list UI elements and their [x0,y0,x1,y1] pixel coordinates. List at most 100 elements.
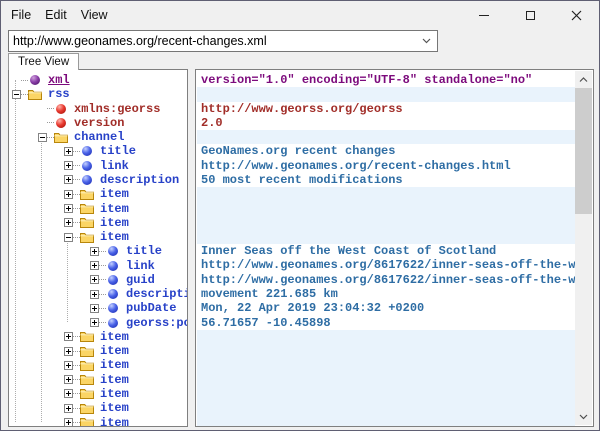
tree-node-label: item [100,373,129,387]
combo-dropdown-button[interactable] [415,31,437,51]
tree-node-item[interactable]: item [10,358,186,372]
menu-view[interactable]: View [74,8,115,22]
tree-node-channel[interactable]: channel [10,130,186,144]
value-row: Mon, 22 Apr 2019 23:04:32 +0200 [197,301,575,315]
expander-plus-icon[interactable] [64,404,73,413]
value-row [197,373,575,387]
value-row [197,387,575,401]
expander-plus-icon[interactable] [64,218,73,227]
element-icon [80,160,94,172]
expander-plus-icon[interactable] [90,318,99,327]
expander-plus-icon[interactable] [90,261,99,270]
scroll-up-button[interactable] [575,71,592,88]
expander-plus-icon[interactable] [90,247,99,256]
value-row: 56.71657 -10.45898 [197,316,575,330]
tree-node-item[interactable]: item [10,230,186,244]
tree-node-item[interactable]: item [10,373,186,387]
tree-node-item[interactable]: item [10,415,186,427]
url-combobox[interactable]: http://www.geonames.org/recent-changes.x… [8,30,438,52]
expander-plus-icon[interactable] [64,161,73,170]
minimize-button[interactable] [461,1,507,29]
expander-minus-icon[interactable] [38,133,47,142]
folder-icon [80,402,94,414]
tree-node-item[interactable]: item [10,201,186,215]
tree-node-label: description [126,287,188,301]
scroll-down-button[interactable] [575,408,592,425]
value-row: Inner Seas off the West Coast of Scotlan… [197,244,575,258]
expander-plus-icon[interactable] [90,304,99,313]
tree-node-item[interactable]: item [10,387,186,401]
tree-connector-line [99,308,106,309]
folder-icon [54,131,68,143]
tree-pane: xmlrssxmlns:georssversionchanneltitlelin… [8,69,188,427]
tree-node-item[interactable]: item [10,344,186,358]
tab-tree-view[interactable]: Tree View [8,53,79,70]
expander-plus-icon[interactable] [64,347,73,356]
tree-node-item[interactable]: item [10,330,186,344]
expander-plus-icon[interactable] [90,275,99,284]
element-icon [106,274,120,286]
element-icon [106,317,120,329]
value-row [197,187,575,201]
tree-connector-line [73,208,80,209]
value-row: version="1.0" encoding="UTF-8" standalon… [197,73,575,87]
value-scrollbar[interactable] [575,71,592,425]
tree-node-pubDate[interactable]: pubDate [10,301,186,315]
element-icon [106,260,120,272]
tree-connector-line [73,365,80,366]
value-row [197,358,575,372]
xml-declaration-icon [28,74,42,86]
tree-connector-line [73,151,80,152]
expander-plus-icon[interactable] [64,418,73,427]
expander-plus-icon[interactable] [64,204,73,213]
tree-node-label: xmlns:georss [74,102,160,116]
expander-plus-icon[interactable] [64,375,73,384]
tree-node-label: pubDate [126,301,176,315]
expander-plus-icon[interactable] [64,389,73,398]
menu-edit[interactable]: Edit [38,8,74,22]
tree-connector-line [99,265,106,266]
expander-plus-icon[interactable] [64,361,73,370]
tree-node-link[interactable]: link [10,159,186,173]
scrollbar-thumb[interactable] [575,88,592,214]
folder-icon [80,417,94,428]
maximize-button[interactable] [507,1,553,29]
tree-connector-line [47,122,54,123]
tree-node-xmlns:georss[interactable]: xmlns:georss [10,102,186,116]
expander-minus-icon[interactable] [12,90,21,99]
tree-node-georss:point[interactable]: georss:point [10,316,186,330]
tree-node-label: description [100,173,179,187]
expander-plus-icon[interactable] [64,147,73,156]
maximize-icon [526,11,535,20]
tree-node-description[interactable]: description [10,287,186,301]
attribute-icon [54,117,68,129]
tree-connector-line [47,108,54,109]
close-button[interactable] [553,1,599,29]
tree-node-version[interactable]: version [10,116,186,130]
tree-node-label: item [100,202,129,216]
value-pane: version="1.0" encoding="UTF-8" standalon… [195,69,594,427]
tree-connector-line [73,379,80,380]
tree-node-title[interactable]: title [10,144,186,158]
expander-plus-icon[interactable] [64,175,73,184]
expander-minus-icon[interactable] [64,233,73,242]
url-input[interactable]: http://www.geonames.org/recent-changes.x… [9,34,415,48]
expander-plus-icon[interactable] [90,290,99,299]
tree-node-title[interactable]: title [10,244,186,258]
element-icon [106,288,120,300]
expander-plus-icon[interactable] [64,190,73,199]
expander-plus-icon[interactable] [64,332,73,341]
tree-node-label: title [126,244,162,258]
tree-node-item[interactable]: item [10,216,186,230]
tree-node-description[interactable]: description [10,173,186,187]
tree-connector-line [99,322,106,323]
tree-node-rss[interactable]: rss [10,87,186,101]
tree-node-link[interactable]: link [10,258,186,272]
tree-node-xml[interactable]: xml [10,73,186,87]
tree-node-guid[interactable]: guid [10,273,186,287]
tree-node-item[interactable]: item [10,401,186,415]
tree-node-item[interactable]: item [10,187,186,201]
folder-icon [80,374,94,386]
menu-file[interactable]: File [4,8,38,22]
tree-node-label: title [100,144,136,158]
